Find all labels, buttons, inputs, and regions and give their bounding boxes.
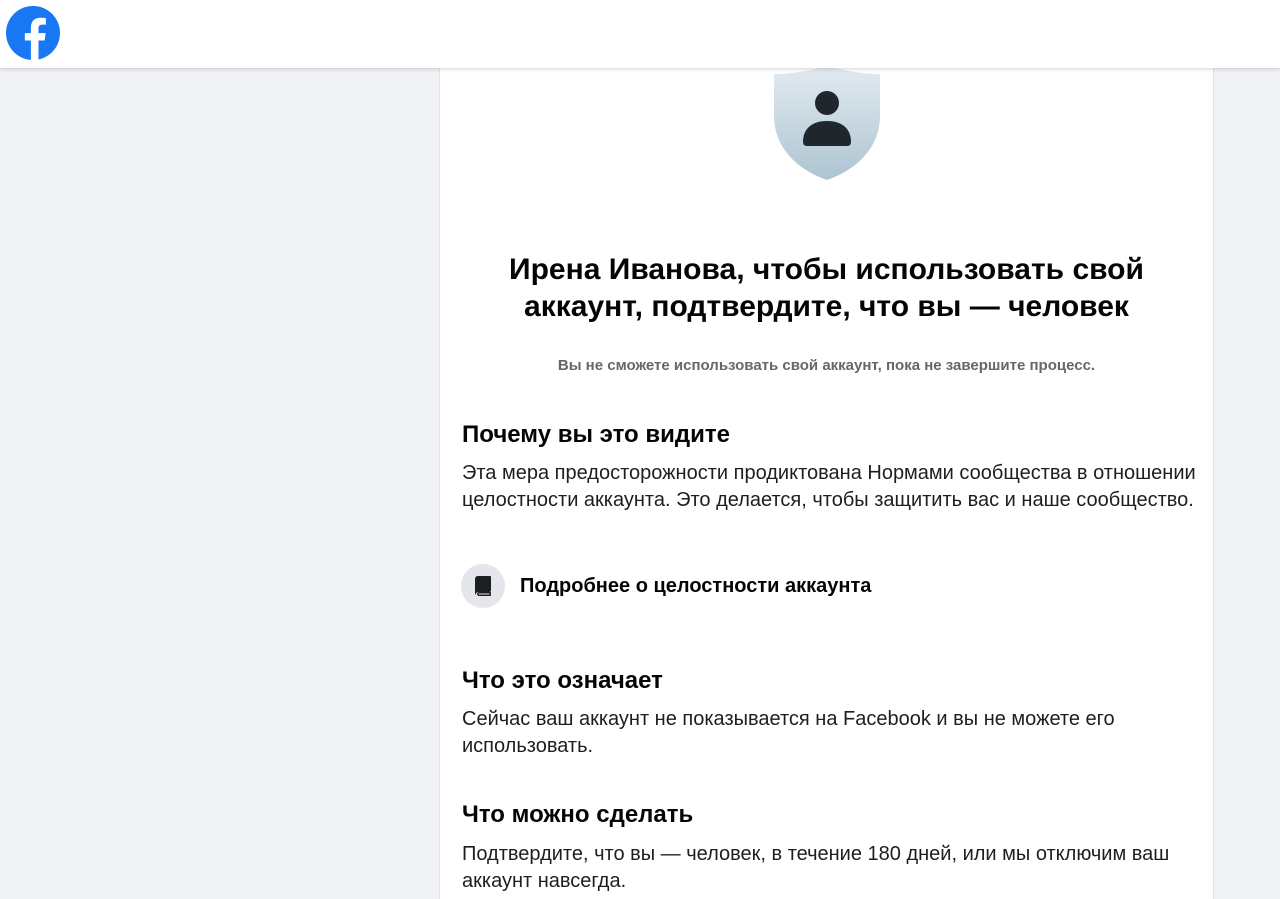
checkpoint-card: Ирена Иванова, чтобы использовать свой а…: [440, 66, 1213, 899]
book-icon: [475, 576, 491, 596]
section-body-why: Эта мера предосторожности продиктована Н…: [462, 462, 1196, 511]
section-heading-what-to-do: Что можно сделать: [462, 801, 694, 828]
section-body-what-to-do: Подтвердите, что вы — человек, в течение…: [462, 843, 1170, 892]
section-heading-meaning: Что это означает: [462, 667, 663, 694]
page-subtitle: Вы не сможете использовать свой аккаунт,…: [557, 357, 1096, 374]
top-bar: [0, 0, 1280, 68]
facebook-logo-icon[interactable]: [6, 6, 60, 60]
learn-more-label: Подробнее о целостности аккаунта: [520, 574, 872, 597]
learn-more-link[interactable]: Подробнее о целостности аккаунта: [461, 564, 871, 608]
shield-person-icon: [774, 66, 880, 180]
section-body-meaning: Сейчас ваш аккаунт не показывается на Fa…: [462, 708, 1115, 757]
section-heading-why: Почему вы это видите: [462, 421, 730, 448]
book-icon-circle: [461, 564, 505, 608]
page-title: Ирена Иванова, чтобы использовать свой а…: [509, 253, 1144, 323]
